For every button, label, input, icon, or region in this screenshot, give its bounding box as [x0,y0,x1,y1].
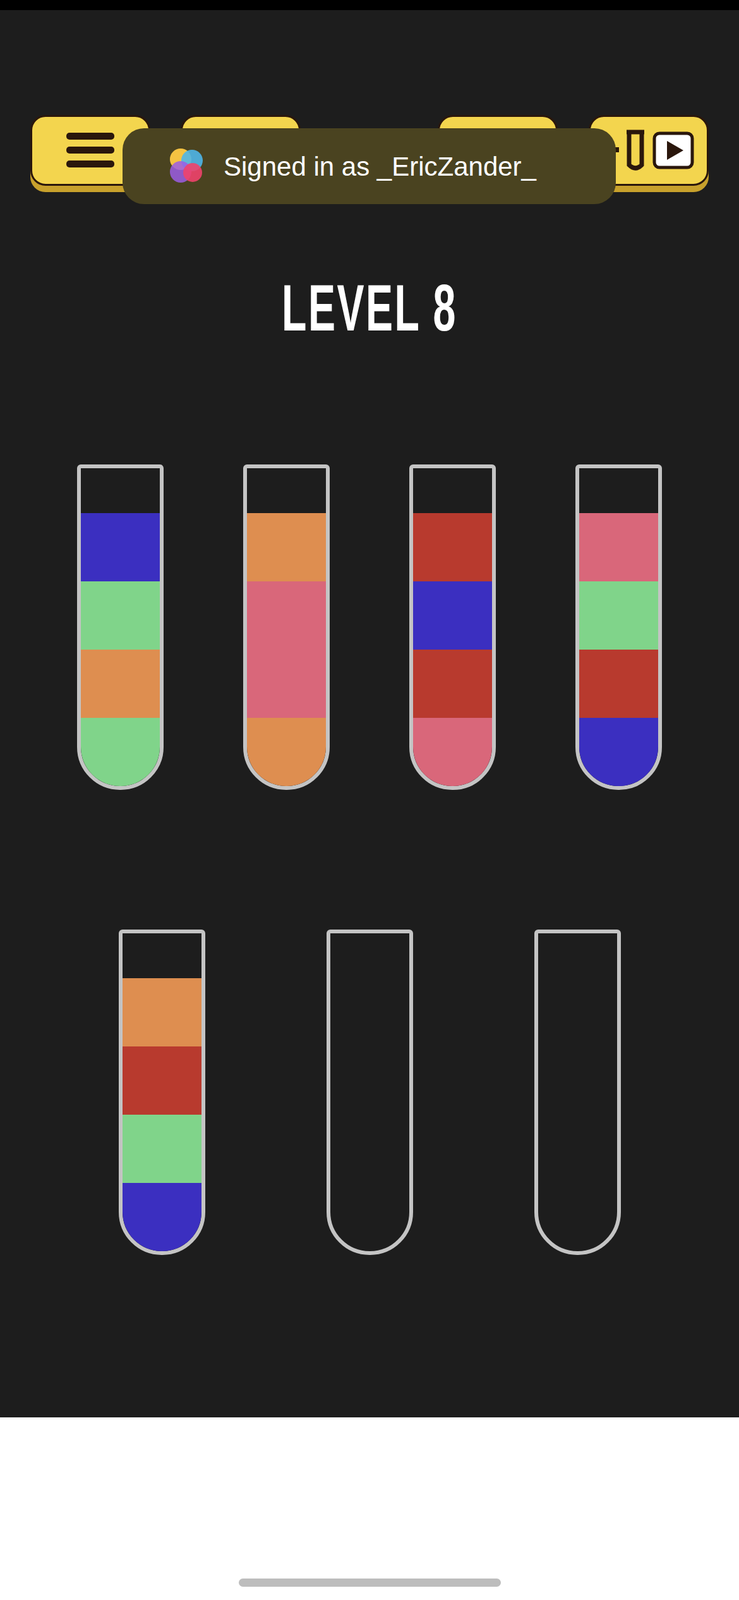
bottom-area [0,1416,739,1600]
liquid-segment [246,581,326,650]
liquid-segment [413,512,493,582]
liquid-segment [122,977,202,1046]
tube[interactable] [534,929,621,1255]
liquid-segment [80,581,160,650]
tube[interactable] [326,929,414,1255]
app: LEVEL 8 Signed in as _EricZander_ [0,0,739,1600]
tube[interactable] [575,464,662,790]
liquid-segment [80,717,160,786]
tube[interactable] [409,464,496,790]
liquid-segment [579,581,659,650]
liquid-segment [246,717,326,786]
liquid-segment [579,512,659,582]
home-indicator [238,1577,501,1587]
liquid-segment [246,649,326,718]
liquid-segment [413,581,493,650]
liquid-segment [122,1114,202,1183]
liquid-segment [246,512,326,582]
tube[interactable] [243,464,330,790]
game-center-icon [165,145,208,187]
tube[interactable] [118,929,206,1255]
liquid-segment [122,1182,202,1251]
menu-icon [66,132,115,169]
liquid-segment [579,649,659,718]
liquid-segment [579,717,659,786]
level-title: LEVEL 8 [228,274,511,342]
liquid-segment [413,649,493,718]
status-strip [0,0,739,11]
liquid-segment [122,1045,202,1115]
tube-row [77,464,662,790]
liquid-segment [80,512,160,582]
tube-row [118,929,621,1255]
game-area: LEVEL 8 [0,10,739,1417]
liquid-segment [80,649,160,718]
tube[interactable] [77,464,164,790]
liquid-segment [413,717,493,786]
signin-toast: Signed in as _EricZander_ [122,128,616,205]
